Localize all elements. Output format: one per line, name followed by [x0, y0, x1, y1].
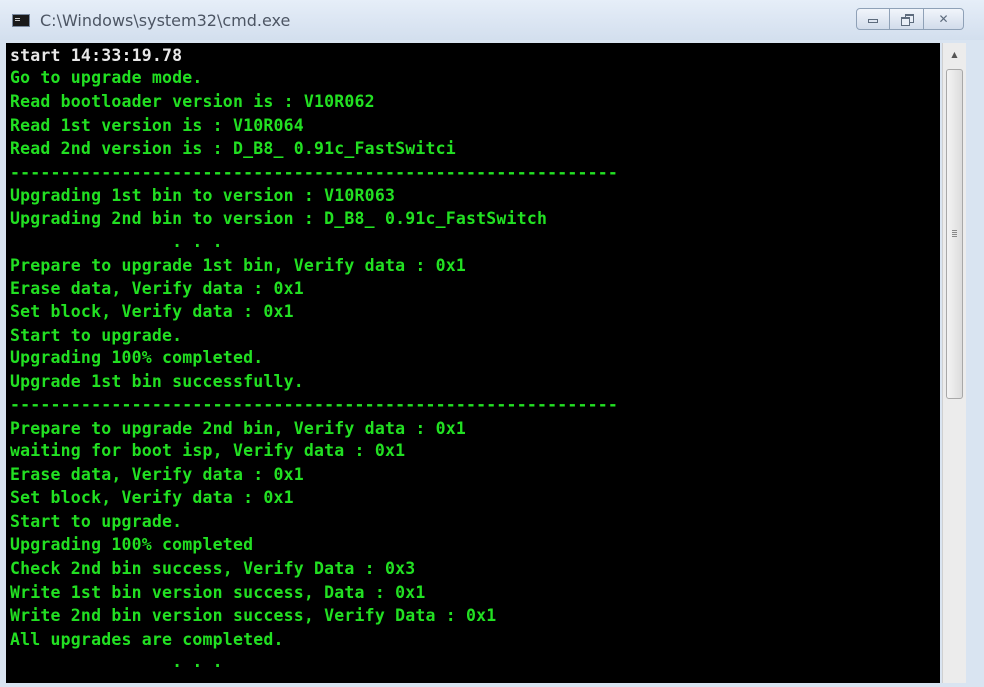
scroll-thumb[interactable]	[946, 69, 963, 399]
console-line: ----------------------------------------…	[10, 163, 619, 182]
console-line: Set block, Verify data : 0x1	[10, 302, 294, 321]
window-controls: ✕	[856, 8, 964, 32]
console-line: Start to upgrade.	[10, 326, 183, 345]
grip-icon	[952, 230, 957, 231]
console-line: Read 2nd version is : D_B8_ 0.91c_FastSw…	[10, 139, 456, 158]
console-line: Upgrading 1st bin to version : V10R063	[10, 186, 396, 205]
console-line: Read 1st version is : V10R064	[10, 116, 304, 135]
console-line: Set block, Verify data : 0x1	[10, 488, 294, 507]
console-line: Write 1st bin version success, Data : 0x…	[10, 583, 426, 602]
title-bar[interactable]: C:\Windows\system32\cmd.exe ✕	[0, 0, 984, 40]
restore-icon	[900, 14, 914, 26]
minimize-icon	[868, 19, 878, 23]
close-icon: ✕	[938, 12, 949, 26]
close-button[interactable]: ✕	[924, 8, 964, 30]
console-line: Upgrade 1st bin successfully.	[10, 372, 304, 391]
console-line: Write 2nd bin version success, Verify Da…	[10, 606, 497, 625]
console-line: Read bootloader version is : V10R062	[10, 92, 375, 111]
console-line: Prepare to upgrade 2nd bin, Verify data …	[10, 419, 467, 438]
console-line: Go to upgrade mode.	[10, 68, 203, 87]
console-line: Upgrading 100% completed.	[10, 348, 264, 367]
console-output[interactable]: start 14:33:19.78 Go to upgrade mode. Read…	[6, 43, 940, 683]
console-line: Check 2nd bin success, Verify Data : 0x3	[10, 559, 416, 578]
console-line: Erase data, Verify data : 0x1	[10, 279, 304, 298]
minimize-button[interactable]	[856, 8, 890, 30]
console-line: Prepare to upgrade 1st bin, Verify data …	[10, 256, 467, 275]
console-line: waiting for boot isp, Verify data : 0x1	[10, 441, 406, 460]
console-line: All upgrades are completed.	[10, 630, 284, 649]
scroll-up-arrow-icon[interactable]: ▲	[943, 43, 966, 65]
console-line: . . .	[10, 652, 223, 671]
console-line: . . .	[10, 232, 223, 251]
console-line: Upgrading 100% completed	[10, 535, 254, 554]
vertical-scrollbar[interactable]: ▲	[942, 43, 966, 683]
console-line: Upgrading 2nd bin to version : D_B8_ 0.9…	[10, 209, 548, 228]
console-line: start 14:33:19.78	[10, 46, 183, 65]
console-line: Erase data, Verify data : 0x1	[10, 465, 304, 484]
console-line: ----------------------------------------…	[10, 395, 619, 414]
restore-button[interactable]	[890, 8, 924, 30]
console-window: C:\Windows\system32\cmd.exe ✕ start 14:3…	[0, 0, 984, 687]
console-app-icon[interactable]	[12, 14, 30, 27]
console-line: Start to upgrade.	[10, 512, 183, 531]
window-title: C:\Windows\system32\cmd.exe	[40, 11, 291, 30]
